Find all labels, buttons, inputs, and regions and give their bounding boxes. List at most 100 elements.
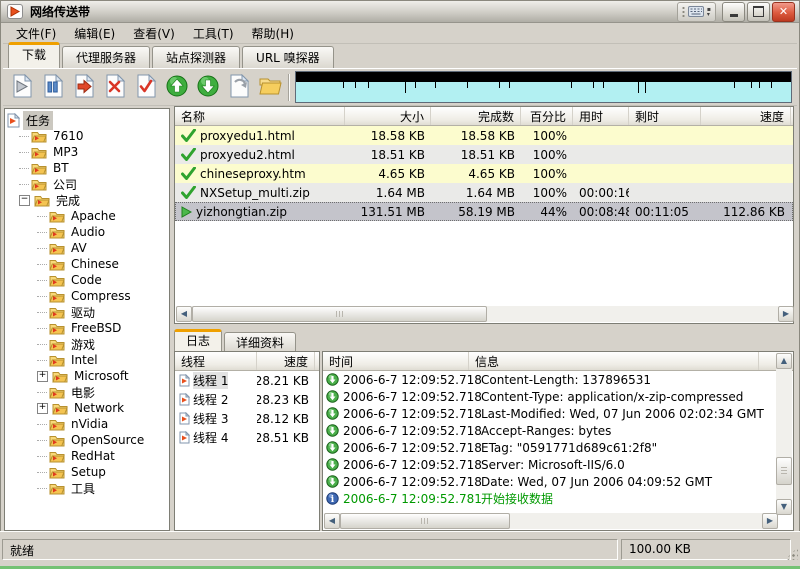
menu-item-3[interactable]: 工具(T) xyxy=(184,22,243,45)
thread-speed: 28.12 KB xyxy=(257,412,309,426)
task-speed-text: 112.86 KB xyxy=(723,205,785,219)
tree-item-RedHat[interactable]: RedHat xyxy=(5,448,169,464)
keyboard-icon[interactable] xyxy=(688,6,704,17)
menu-item-4[interactable]: 帮助(H) xyxy=(243,22,303,45)
open-folder-button[interactable] xyxy=(254,71,285,103)
log-col-1[interactable]: 信息 xyxy=(469,352,759,370)
task-row-1[interactable]: proxyedu2.html18.51 KB18.51 KB100% xyxy=(175,145,793,164)
menu-item-1[interactable]: 编辑(E) xyxy=(65,22,124,45)
langbar-drag-handle[interactable] xyxy=(682,6,685,18)
tree-item-Code[interactable]: Code xyxy=(5,272,169,288)
task-row-4[interactable]: yizhongtian.zip131.51 MB58.19 MB44%00:08… xyxy=(175,202,793,221)
move-down-button[interactable] xyxy=(192,71,223,103)
task-col-5[interactable]: 剩时 xyxy=(629,107,701,125)
scroll-left-button[interactable]: ◀ xyxy=(176,306,192,322)
tree-item-MP3[interactable]: MP3 xyxy=(5,144,169,160)
tree-item-游戏[interactable]: 游戏 xyxy=(5,336,169,352)
scroll-track[interactable] xyxy=(776,369,792,499)
tree-item-工具[interactable]: 工具 xyxy=(5,480,169,496)
language-bar[interactable]: ▪▾ xyxy=(677,2,716,22)
tree-item-完成[interactable]: −完成 xyxy=(5,192,169,208)
tree-guide-line xyxy=(19,159,29,169)
log-col-0[interactable]: 时间 xyxy=(323,352,469,370)
tab-0[interactable]: 下载 xyxy=(8,42,60,68)
scroll-thumb[interactable] xyxy=(192,306,487,322)
tree-item-Intel[interactable]: Intel xyxy=(5,352,169,368)
log-row-6[interactable]: 2006-6-7 12:09:52.718Date: Wed, 07 Jun 2… xyxy=(323,473,793,490)
thread-row-0[interactable]: 线程 128.21 KB xyxy=(175,371,319,390)
log-row-5[interactable]: 2006-6-7 12:09:52.718Server: Microsoft-I… xyxy=(323,456,793,473)
tree-item-Audio[interactable]: Audio xyxy=(5,224,169,240)
log-row-2[interactable]: 2006-6-7 12:09:52.718Last-Modified: Wed,… xyxy=(323,405,793,422)
new-task-button[interactable] xyxy=(6,71,37,103)
pause-task-button[interactable] xyxy=(37,71,68,103)
tree-item-公司[interactable]: 公司 xyxy=(5,176,169,192)
scroll-thumb[interactable] xyxy=(776,457,792,485)
scroll-down-button[interactable]: ▼ xyxy=(776,499,792,515)
tree-guide-line xyxy=(37,271,47,281)
move-up-button[interactable] xyxy=(161,71,192,103)
task-col-3[interactable]: 百分比 xyxy=(521,107,573,125)
tree-item-OpenSource[interactable]: OpenSource xyxy=(5,432,169,448)
task-cell-name: proxyedu2.html xyxy=(175,148,345,162)
tree-item-AV[interactable]: AV xyxy=(5,240,169,256)
langbar-options-icon[interactable]: ▪▾ xyxy=(707,7,711,17)
scroll-thumb[interactable] xyxy=(340,513,510,529)
log-row-0[interactable]: 2006-6-7 12:09:52.718Content-Length: 137… xyxy=(323,371,793,388)
tree-item-Network[interactable]: +Network xyxy=(5,400,169,416)
log-row-3[interactable]: 2006-6-7 12:09:52.718Accept-Ranges: byte… xyxy=(323,422,793,439)
task-col-4[interactable]: 用时 xyxy=(573,107,629,125)
task-row-2[interactable]: chineseproxy.htm4.65 KB4.65 KB100% xyxy=(175,164,793,183)
tree-item-Apache[interactable]: Apache xyxy=(5,208,169,224)
tree-item-nVidia[interactable]: nVidia xyxy=(5,416,169,432)
log-row-1[interactable]: 2006-6-7 12:09:52.718Content-Type: appli… xyxy=(323,388,793,405)
collapse-toggle[interactable]: − xyxy=(19,195,30,206)
delete-task-button[interactable] xyxy=(99,71,130,103)
bottom-tab-0[interactable]: 日志 xyxy=(174,329,222,351)
tree-item-驱动[interactable]: 驱动 xyxy=(5,304,169,320)
tree-item-电影[interactable]: 电影 xyxy=(5,384,169,400)
tree-guide-line xyxy=(37,223,47,233)
thread-row-2[interactable]: 线程 328.12 KB xyxy=(175,409,319,428)
commit-task-icon xyxy=(135,74,157,101)
scroll-right-button[interactable]: ▶ xyxy=(762,513,778,529)
close-button[interactable]: ✕ xyxy=(772,2,795,22)
commit-task-button[interactable] xyxy=(130,71,161,103)
thread-row-3[interactable]: 线程 428.51 KB xyxy=(175,428,319,447)
tab-1[interactable]: 代理服务器 xyxy=(62,46,150,68)
tree-item-7610[interactable]: 7610 xyxy=(5,128,169,144)
task-col-2[interactable]: 完成数 xyxy=(431,107,521,125)
task-col-0[interactable]: 名称 xyxy=(175,107,345,125)
expand-toggle[interactable]: + xyxy=(37,403,48,414)
scroll-right-button[interactable]: ▶ xyxy=(778,306,794,322)
scroll-left-button[interactable]: ◀ xyxy=(324,513,340,529)
task-row-0[interactable]: proxyedu1.html18.58 KB18.58 KB100% xyxy=(175,126,793,145)
log-vscrollbar[interactable]: ▲ ▼ xyxy=(776,353,792,515)
minimize-button[interactable] xyxy=(722,2,745,22)
expand-toggle[interactable]: + xyxy=(37,371,48,382)
tab-3[interactable]: URL 嗅探器 xyxy=(242,46,334,68)
start-task-button[interactable] xyxy=(68,71,99,103)
tree-item-BT[interactable]: BT xyxy=(5,160,169,176)
thread-row-1[interactable]: 线程 228.23 KB xyxy=(175,390,319,409)
tree-item-Chinese[interactable]: Chinese xyxy=(5,256,169,272)
menu-item-2[interactable]: 查看(V) xyxy=(124,22,184,45)
log-hscrollbar[interactable]: ◀ ▶ xyxy=(324,513,778,529)
task-col-6[interactable]: 速度 xyxy=(701,107,791,125)
scroll-track[interactable] xyxy=(340,513,762,529)
scroll-track[interactable] xyxy=(192,306,778,322)
download-status-icon xyxy=(326,407,339,420)
task-list-hscrollbar[interactable]: ◀ ▶ xyxy=(176,306,794,322)
task-row-3[interactable]: NXSetup_multi.zip1.64 MB1.64 MB100%00:00… xyxy=(175,183,793,202)
maximize-button[interactable] xyxy=(747,2,770,22)
bottom-tab-1[interactable]: 详细资料 xyxy=(224,332,296,351)
task-col-1[interactable]: 大小 xyxy=(345,107,431,125)
log-row-7[interactable]: i2006-6-7 12:09:52.781开始接收数据 xyxy=(323,490,793,507)
tab-2[interactable]: 站点探测器 xyxy=(152,46,240,68)
open-file-button[interactable] xyxy=(223,71,254,103)
thread-col-1[interactable]: 速度 xyxy=(257,352,315,370)
tree-item-任务[interactable]: 任务 xyxy=(5,112,169,128)
log-row-4[interactable]: 2006-6-7 12:09:52.718ETag: "0591771d689c… xyxy=(323,439,793,456)
scroll-up-button[interactable]: ▲ xyxy=(776,353,792,369)
thread-col-0[interactable]: 线程 xyxy=(175,352,257,370)
